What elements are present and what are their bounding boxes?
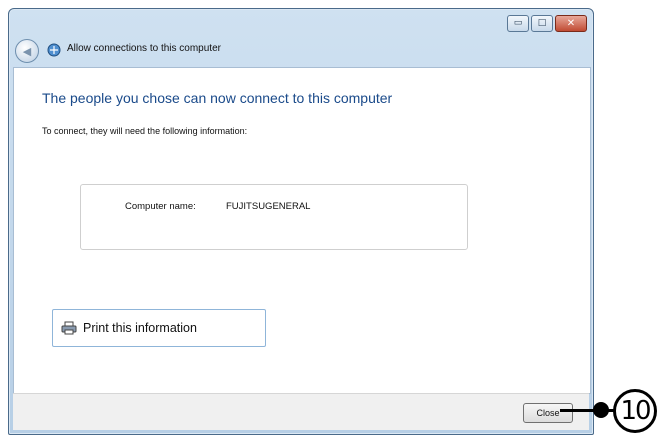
page-heading: The people you chose can now connect to … (42, 90, 393, 106)
wizard-window: ▭ □ ✕ ◀ Allow connections to this comput… (8, 8, 594, 435)
callout-line (560, 409, 618, 412)
step-number-callout: 10 (613, 389, 657, 433)
back-arrow-icon: ◀ (22, 44, 32, 58)
print-information-label: Print this information (83, 321, 197, 335)
close-window-button[interactable]: ✕ (555, 15, 587, 32)
connection-info-box: Computer name: FUJITSUGENERAL (80, 184, 468, 250)
minimize-button[interactable]: ▭ (507, 15, 529, 32)
computer-name-value: FUJITSUGENERAL (226, 201, 311, 212)
print-information-button[interactable]: Print this information (52, 309, 266, 347)
maximize-button[interactable]: □ (531, 15, 553, 32)
window-title: Allow connections to this computer (67, 43, 221, 54)
close-icon: ✕ (566, 17, 576, 29)
maximize-icon: □ (537, 18, 547, 28)
printer-icon (61, 321, 77, 335)
back-button[interactable]: ◀ (15, 39, 39, 63)
close-button-label: Close (536, 408, 560, 418)
minimize-icon: ▭ (513, 18, 523, 28)
wizard-content: The people you chose can now connect to … (13, 67, 591, 394)
computer-name-label: Computer name: (125, 201, 196, 212)
title-bar: ▭ □ ✕ ◀ Allow connections to this comput… (9, 9, 593, 69)
network-icon (47, 43, 61, 57)
instruction-text: To connect, they will need the following… (42, 126, 248, 136)
callout-dot (593, 402, 609, 418)
wizard-footer: Close (13, 393, 589, 430)
caption-buttons: ▭ □ ✕ (507, 15, 587, 32)
step-number: 10 (620, 396, 651, 426)
close-button[interactable]: Close (523, 403, 573, 423)
